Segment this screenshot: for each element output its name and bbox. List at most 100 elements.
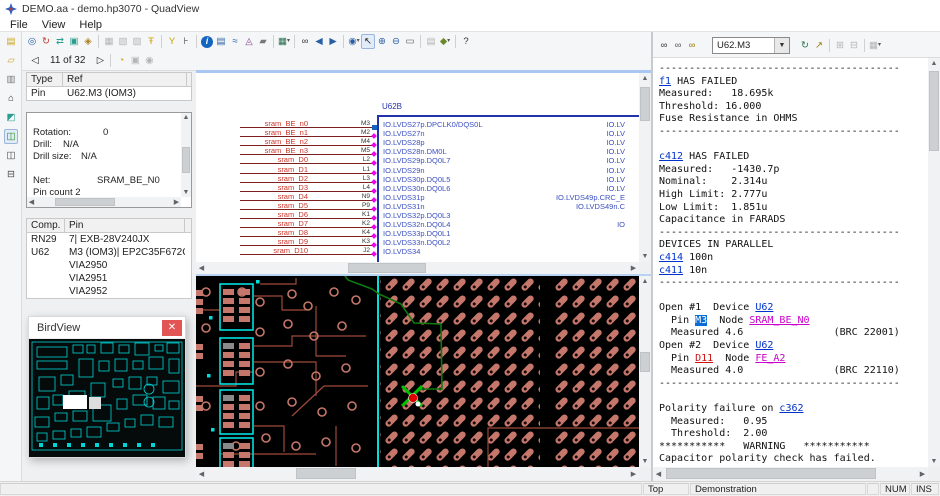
scroll-down-arrow[interactable]: ▼ <box>639 251 651 262</box>
scroll-thumb[interactable] <box>182 147 190 173</box>
report-link[interactable]: D11 <box>695 353 713 364</box>
export-report-icon[interactable]: ↗ <box>812 38 826 53</box>
layout-view[interactable] <box>196 276 639 467</box>
table-row[interactable]: RN297| EXB-28V240JX <box>27 233 191 246</box>
report-link[interactable]: U62 <box>755 302 773 313</box>
pin-marker[interactable] <box>371 170 377 176</box>
report-hscrollbar[interactable]: ◀ ▶ <box>653 467 928 480</box>
pin-number[interactable]: K3 <box>352 238 370 245</box>
pin-number[interactable]: L2 <box>352 156 370 163</box>
next-page-icon[interactable]: ▷ <box>93 53 107 68</box>
selected-pin-marker[interactable] <box>372 125 377 130</box>
component-view-icon[interactable]: ◩ <box>4 110 18 125</box>
birdview-titlebar[interactable]: BirdView ✕ <box>29 317 185 339</box>
scroll-thumb[interactable] <box>666 468 876 479</box>
open-board-icon[interactable]: ▱ <box>4 53 18 68</box>
pin-number[interactable]: L4 <box>352 184 370 191</box>
pin-number[interactable]: M4 <box>352 138 370 145</box>
table-row[interactable]: VIA2952 <box>27 285 191 298</box>
home-view-icon[interactable]: ⌂ <box>4 91 18 106</box>
column-header[interactable]: Ref <box>63 73 187 86</box>
pin-marker[interactable] <box>371 224 377 230</box>
query-icon[interactable]: ◉▾ <box>347 34 361 49</box>
schematic-vscrollbar[interactable]: ▲ ▼ <box>639 73 651 262</box>
menu-help[interactable]: Help <box>72 18 109 32</box>
flylines-icon[interactable]: ≈ <box>228 34 242 49</box>
table-row[interactable]: VIA2951 <box>27 272 191 285</box>
next-failure-icon[interactable]: ▶ <box>326 34 340 49</box>
pin-marker[interactable] <box>371 133 377 139</box>
layers-icon[interactable]: ◈ <box>81 34 95 49</box>
column-header[interactable]: Comp. <box>27 219 65 232</box>
pin-number[interactable]: L1 <box>352 166 370 173</box>
scroll-up-arrow[interactable]: ▲ <box>928 58 940 69</box>
tools-icon[interactable]: Y <box>165 34 179 49</box>
info-icon[interactable]: i <box>201 36 213 48</box>
table-row[interactable]: VIA2950 <box>27 259 191 272</box>
pin-number[interactable]: P9 <box>352 202 370 209</box>
scroll-thumb[interactable] <box>929 71 939 151</box>
close-icon[interactable]: ✕ <box>162 320 182 336</box>
zoom-window-icon[interactable]: ▭ <box>403 34 417 49</box>
highlight-net-icon[interactable]: ◬ <box>242 34 256 49</box>
pin-number[interactable]: M5 <box>352 147 370 154</box>
scroll-right-arrow[interactable]: ▶ <box>172 197 181 207</box>
birdview-viewport[interactable] <box>63 395 87 409</box>
scroll-up-arrow[interactable]: ▲ <box>639 276 651 287</box>
previous-failure-icon[interactable]: ◀ <box>312 34 326 49</box>
find-net-icon[interactable]: ∞ <box>671 38 685 53</box>
table-row[interactable]: U62M3 (IOM3)| EP2C35F672C6NES <box>27 246 191 259</box>
birdview-icon[interactable]: ◫ <box>4 129 18 144</box>
report-link[interactable]: c411 <box>659 265 683 276</box>
pin-marker[interactable] <box>371 215 377 221</box>
pin-marker[interactable] <box>371 197 377 203</box>
rotate-icon[interactable]: ↻ <box>39 34 53 49</box>
scroll-up-arrow[interactable]: ▲ <box>181 113 191 122</box>
refresh-report-icon[interactable]: ↻ <box>798 38 812 53</box>
report-selected-text[interactable]: M3 <box>695 315 707 326</box>
scroll-left-arrow[interactable]: ◀ <box>196 262 207 274</box>
pin-marker[interactable] <box>371 142 377 148</box>
report-link[interactable]: FE_A2 <box>755 353 785 364</box>
column-header[interactable]: Pin <box>65 219 185 232</box>
scroll-down-arrow[interactable]: ▼ <box>928 456 940 467</box>
scroll-thumb[interactable] <box>640 352 650 372</box>
scroll-up-arrow[interactable]: ▲ <box>639 73 651 84</box>
scroll-left-arrow[interactable]: ◀ <box>196 467 207 480</box>
device-combo[interactable]: U62.M3 ▼ <box>712 37 790 54</box>
column-header[interactable]: Type <box>27 73 63 86</box>
pin-number[interactable]: N9 <box>352 193 370 200</box>
find-pin-icon[interactable]: ∞ <box>685 38 699 53</box>
layout-vscrollbar[interactable]: ▲ ▼ <box>639 276 651 467</box>
pin-number[interactable]: K2 <box>352 220 370 227</box>
chevron-down-icon[interactable]: ▼ <box>774 38 789 53</box>
pin-marker[interactable] <box>371 188 377 194</box>
report-link[interactable]: U62 <box>755 340 773 351</box>
net-wire[interactable] <box>240 254 374 255</box>
pin-number[interactable]: K1 <box>352 211 370 218</box>
fixture-icon[interactable]: Ŧ <box>144 34 158 49</box>
report-page-icon[interactable]: ▤ <box>4 34 18 49</box>
pin-numbers-icon[interactable]: ▤ <box>214 34 228 49</box>
report-link[interactable]: c362 <box>779 403 803 414</box>
scroll-thumb[interactable] <box>55 198 115 206</box>
find-component-icon[interactable]: ∞ <box>657 38 671 53</box>
probe-icon[interactable]: ⊦ <box>179 34 193 49</box>
menu-view[interactable]: View <box>35 18 73 32</box>
properties-vscrollbar[interactable]: ▲ ▼ <box>181 113 191 197</box>
zoom-in-icon[interactable]: ⊕ <box>375 34 389 49</box>
pin-marker[interactable] <box>371 233 377 239</box>
copy-part-icon[interactable]: ▣ <box>67 34 81 49</box>
pin-number[interactable]: J2 <box>352 247 370 254</box>
search-results-icon[interactable]: ∞ <box>298 34 312 49</box>
properties-hscrollbar[interactable]: ◀ ▶ <box>27 197 181 207</box>
split-horizontal-icon[interactable]: ⊟ <box>4 167 18 182</box>
gauge-icon[interactable]: ◔ <box>114 53 128 68</box>
pin-marker[interactable] <box>371 161 377 167</box>
pin-marker[interactable] <box>371 206 377 212</box>
help-icon[interactable]: ? <box>459 34 473 49</box>
scroll-right-arrow[interactable]: ▶ <box>628 467 639 480</box>
pin-number[interactable]: L3 <box>352 175 370 182</box>
pin-number[interactable]: M2 <box>352 129 370 136</box>
select-arrow-icon[interactable]: ↖ <box>361 34 375 49</box>
